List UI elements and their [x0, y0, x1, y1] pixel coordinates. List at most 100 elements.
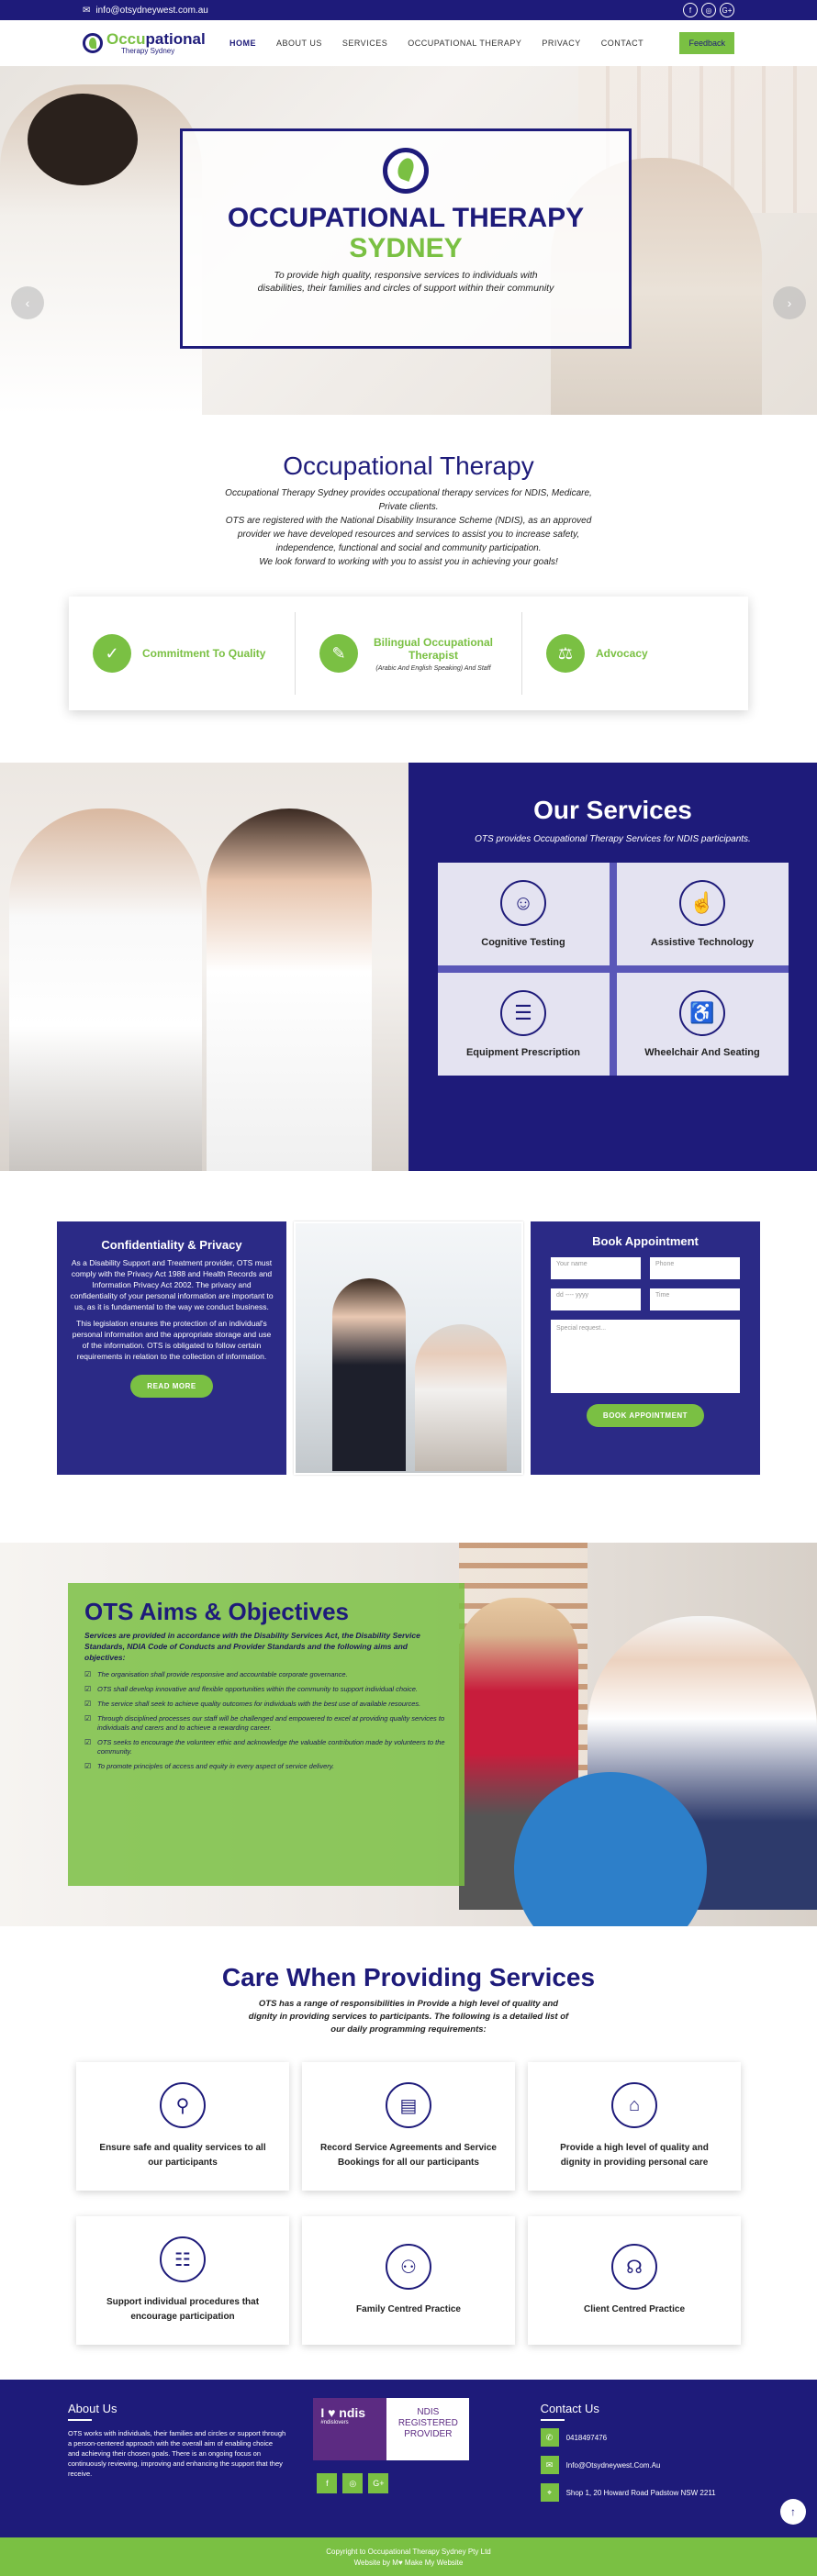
search-icon: ⚲	[160, 2082, 206, 2128]
nav-services[interactable]: SERVICES	[342, 39, 387, 48]
address-text: Shop 1, 20 Howard Road Padstow NSW 2211	[565, 2488, 716, 2497]
list-item: ☑ The organisation shall provide responsi…	[84, 1670, 448, 1679]
hand-icon: ☝	[679, 880, 725, 926]
slider-next-button[interactable]: ›	[773, 286, 806, 319]
site-footer: About Us OTS works with individuals, the…	[0, 2380, 817, 2537]
care-section: Care When Providing Services OTS has a r…	[0, 1926, 817, 2345]
hero-subtitle: SYDNEY	[349, 233, 463, 263]
google-plus-icon[interactable]: G+	[368, 2473, 389, 2493]
aims-box: OTS Aims & Objectives Services are provi…	[68, 1583, 464, 1886]
logo-line1-a: Occu	[106, 29, 146, 48]
privacy-text-1: As a Disability Support and Treatment pr…	[70, 1258, 274, 1311]
site-logo[interactable]: Occupational Therapy Sydney	[83, 29, 211, 55]
footer-contact: Contact Us ✆ 0418497476 ✉ Info@Otsydneywes…	[540, 2380, 749, 2537]
envelope-icon: ✉	[540, 2456, 559, 2474]
service-label: Equipment Prescription	[465, 1047, 581, 1058]
hero-title: OCCUPATIONAL THERAPY	[227, 203, 585, 233]
care-label: Family Centred Practice	[356, 2304, 461, 2314]
intro-text: Occupational Therapy Sydney provides occ…	[216, 486, 601, 569]
list-item: ☑ OTS seeks to encourage the volunteer et…	[84, 1738, 448, 1756]
list-item: ☑ Through disciplined processes our staff…	[84, 1714, 448, 1733]
services-grid: ☺ Cognitive Testing ☝ Assistive Technolo…	[437, 863, 789, 1076]
date-input[interactable]: dd ---- yyyy	[551, 1288, 641, 1310]
privacy-heading: Confidentiality & Privacy	[101, 1238, 242, 1252]
edit-icon: ✎	[319, 634, 358, 673]
contact-phone[interactable]: ✆ 0418497476	[540, 2428, 749, 2447]
services-heading: Our Services	[533, 796, 692, 824]
time-input[interactable]: Time	[650, 1288, 740, 1310]
aims-item-text: To promote principles of access and equi…	[97, 1762, 335, 1770]
list-item: ☑ The service shall seek to achieve quali…	[84, 1700, 448, 1709]
book-appointment-button[interactable]: BOOK APPOINTMENT	[586, 1404, 705, 1427]
clipboard-icon: ☰	[500, 990, 546, 1036]
contact-email[interactable]: ✉ Info@Otsydneywest.Com.Au	[540, 2456, 749, 2474]
care-photo	[294, 1221, 523, 1475]
name-input[interactable]: Your name	[551, 1257, 641, 1279]
ndis-badge: I ♥ ndis #ndislovers NDIS REGISTERED PROV…	[313, 2398, 470, 2460]
list-item: ☑ OTS shall develop innovative and flexib…	[84, 1685, 448, 1694]
instagram-icon[interactable]: ◎	[342, 2473, 364, 2493]
top-email[interactable]: ✉ info@otsydneywest.com.au	[83, 6, 208, 16]
feature-subtitle: (Arabic And English Speaking) And Staff	[375, 664, 491, 672]
check-icon: ☑	[84, 1714, 92, 1723]
carer-image	[332, 1278, 406, 1471]
google-plus-icon[interactable]: G+	[720, 3, 734, 17]
care-card: ☊ Client Centred Practice	[528, 2216, 741, 2345]
nav-occupational-therapy[interactable]: OCCUPATIONAL THERAPY	[408, 39, 521, 48]
care-grid: ⚲ Ensure safe and quality services to al…	[76, 2062, 741, 2345]
care-label: Ensure safe and quality services to all …	[99, 2143, 266, 2168]
ndis-logo: I ♥ ndis #ndislovers	[313, 2398, 387, 2460]
facebook-icon[interactable]: f	[683, 3, 698, 17]
client-icon: ☊	[611, 2244, 657, 2290]
scroll-to-top-button[interactable]: ↑	[780, 2499, 806, 2525]
phone-text: 0418497476	[565, 2433, 608, 2442]
info-columns: Confidentiality & Privacy As a Disabilit…	[0, 1221, 817, 1475]
check-icon: ✓	[93, 634, 131, 673]
phone-input[interactable]: Phone	[650, 1257, 740, 1279]
credit-text[interactable]: Website by M♥ Make My Website	[0, 2558, 817, 2569]
nav-contact[interactable]: CONTACT	[601, 39, 644, 48]
read-more-button[interactable]: READ MORE	[130, 1375, 213, 1398]
facebook-icon[interactable]: f	[317, 2473, 338, 2493]
services-photo	[0, 763, 408, 1171]
slider-prev-button[interactable]: ‹	[11, 286, 44, 319]
elderly-woman-image	[415, 1324, 507, 1471]
instagram-icon[interactable]: ◎	[701, 3, 716, 17]
nav-home[interactable]: HOME	[229, 39, 256, 48]
wheelchair-icon: ♿	[679, 990, 725, 1036]
care-card: ☷ Support individual procedures that enc…	[76, 2216, 289, 2345]
envelope-icon: ✉	[83, 5, 91, 16]
feedback-button[interactable]: Feedback	[679, 32, 734, 54]
care-label: Support individual procedures that encou…	[106, 2297, 260, 2322]
hero-slider: ‹ › OCCUPATIONAL THERAPY SYDNEY To provi…	[0, 66, 817, 415]
brain-icon: ☺	[500, 880, 546, 926]
service-card-cognitive[interactable]: ☺ Cognitive Testing	[437, 863, 610, 965]
service-label: Cognitive Testing	[481, 937, 565, 948]
footer-about-text: OTS works with individuals, their famili…	[68, 2429, 286, 2478]
aims-item-text: The organisation shall provide responsiv…	[97, 1670, 348, 1678]
check-icon: ☑	[84, 1738, 92, 1746]
service-card-wheelchair[interactable]: ♿ Wheelchair And Seating	[616, 973, 789, 1076]
email-text: Info@Otsydneywest.Com.Au	[565, 2460, 661, 2470]
hero-text: To provide high quality, responsive serv…	[257, 270, 554, 294]
top-email-text: info@otsydneywest.com.au	[95, 5, 208, 16]
site-header: Occupational Therapy Sydney HOME ABOUT U…	[0, 20, 817, 66]
services-subtitle: OTS provides Occupational Therapy Servic…	[475, 834, 751, 844]
feature-title: Commitment To Quality	[142, 647, 266, 660]
aims-item-text: The service shall seek to achieve qualit…	[97, 1700, 421, 1708]
aims-heading: OTS Aims & Objectives	[84, 1598, 350, 1625]
service-card-equipment[interactable]: ☰ Equipment Prescription	[437, 973, 610, 1076]
family-icon: ⚇	[386, 2244, 431, 2290]
service-label: Wheelchair And Seating	[644, 1047, 760, 1058]
main-nav: HOME ABOUT US SERVICES OCCUPATIONAL THER…	[229, 39, 644, 48]
hero-hair-shape	[28, 94, 138, 185]
aims-lead: Services are provided in accordance with…	[84, 1631, 420, 1662]
nav-privacy[interactable]: PRIVACY	[542, 39, 580, 48]
services-man-image	[9, 808, 202, 1171]
special-request-textarea[interactable]: Special request...	[551, 1320, 740, 1393]
privacy-card: Confidentiality & Privacy As a Disabilit…	[57, 1221, 286, 1475]
divider	[540, 2419, 565, 2421]
aims-item-text: OTS shall develop innovative and flexibl…	[97, 1685, 418, 1693]
service-card-assistive[interactable]: ☝ Assistive Technology	[616, 863, 789, 965]
nav-about[interactable]: ABOUT US	[276, 39, 322, 48]
